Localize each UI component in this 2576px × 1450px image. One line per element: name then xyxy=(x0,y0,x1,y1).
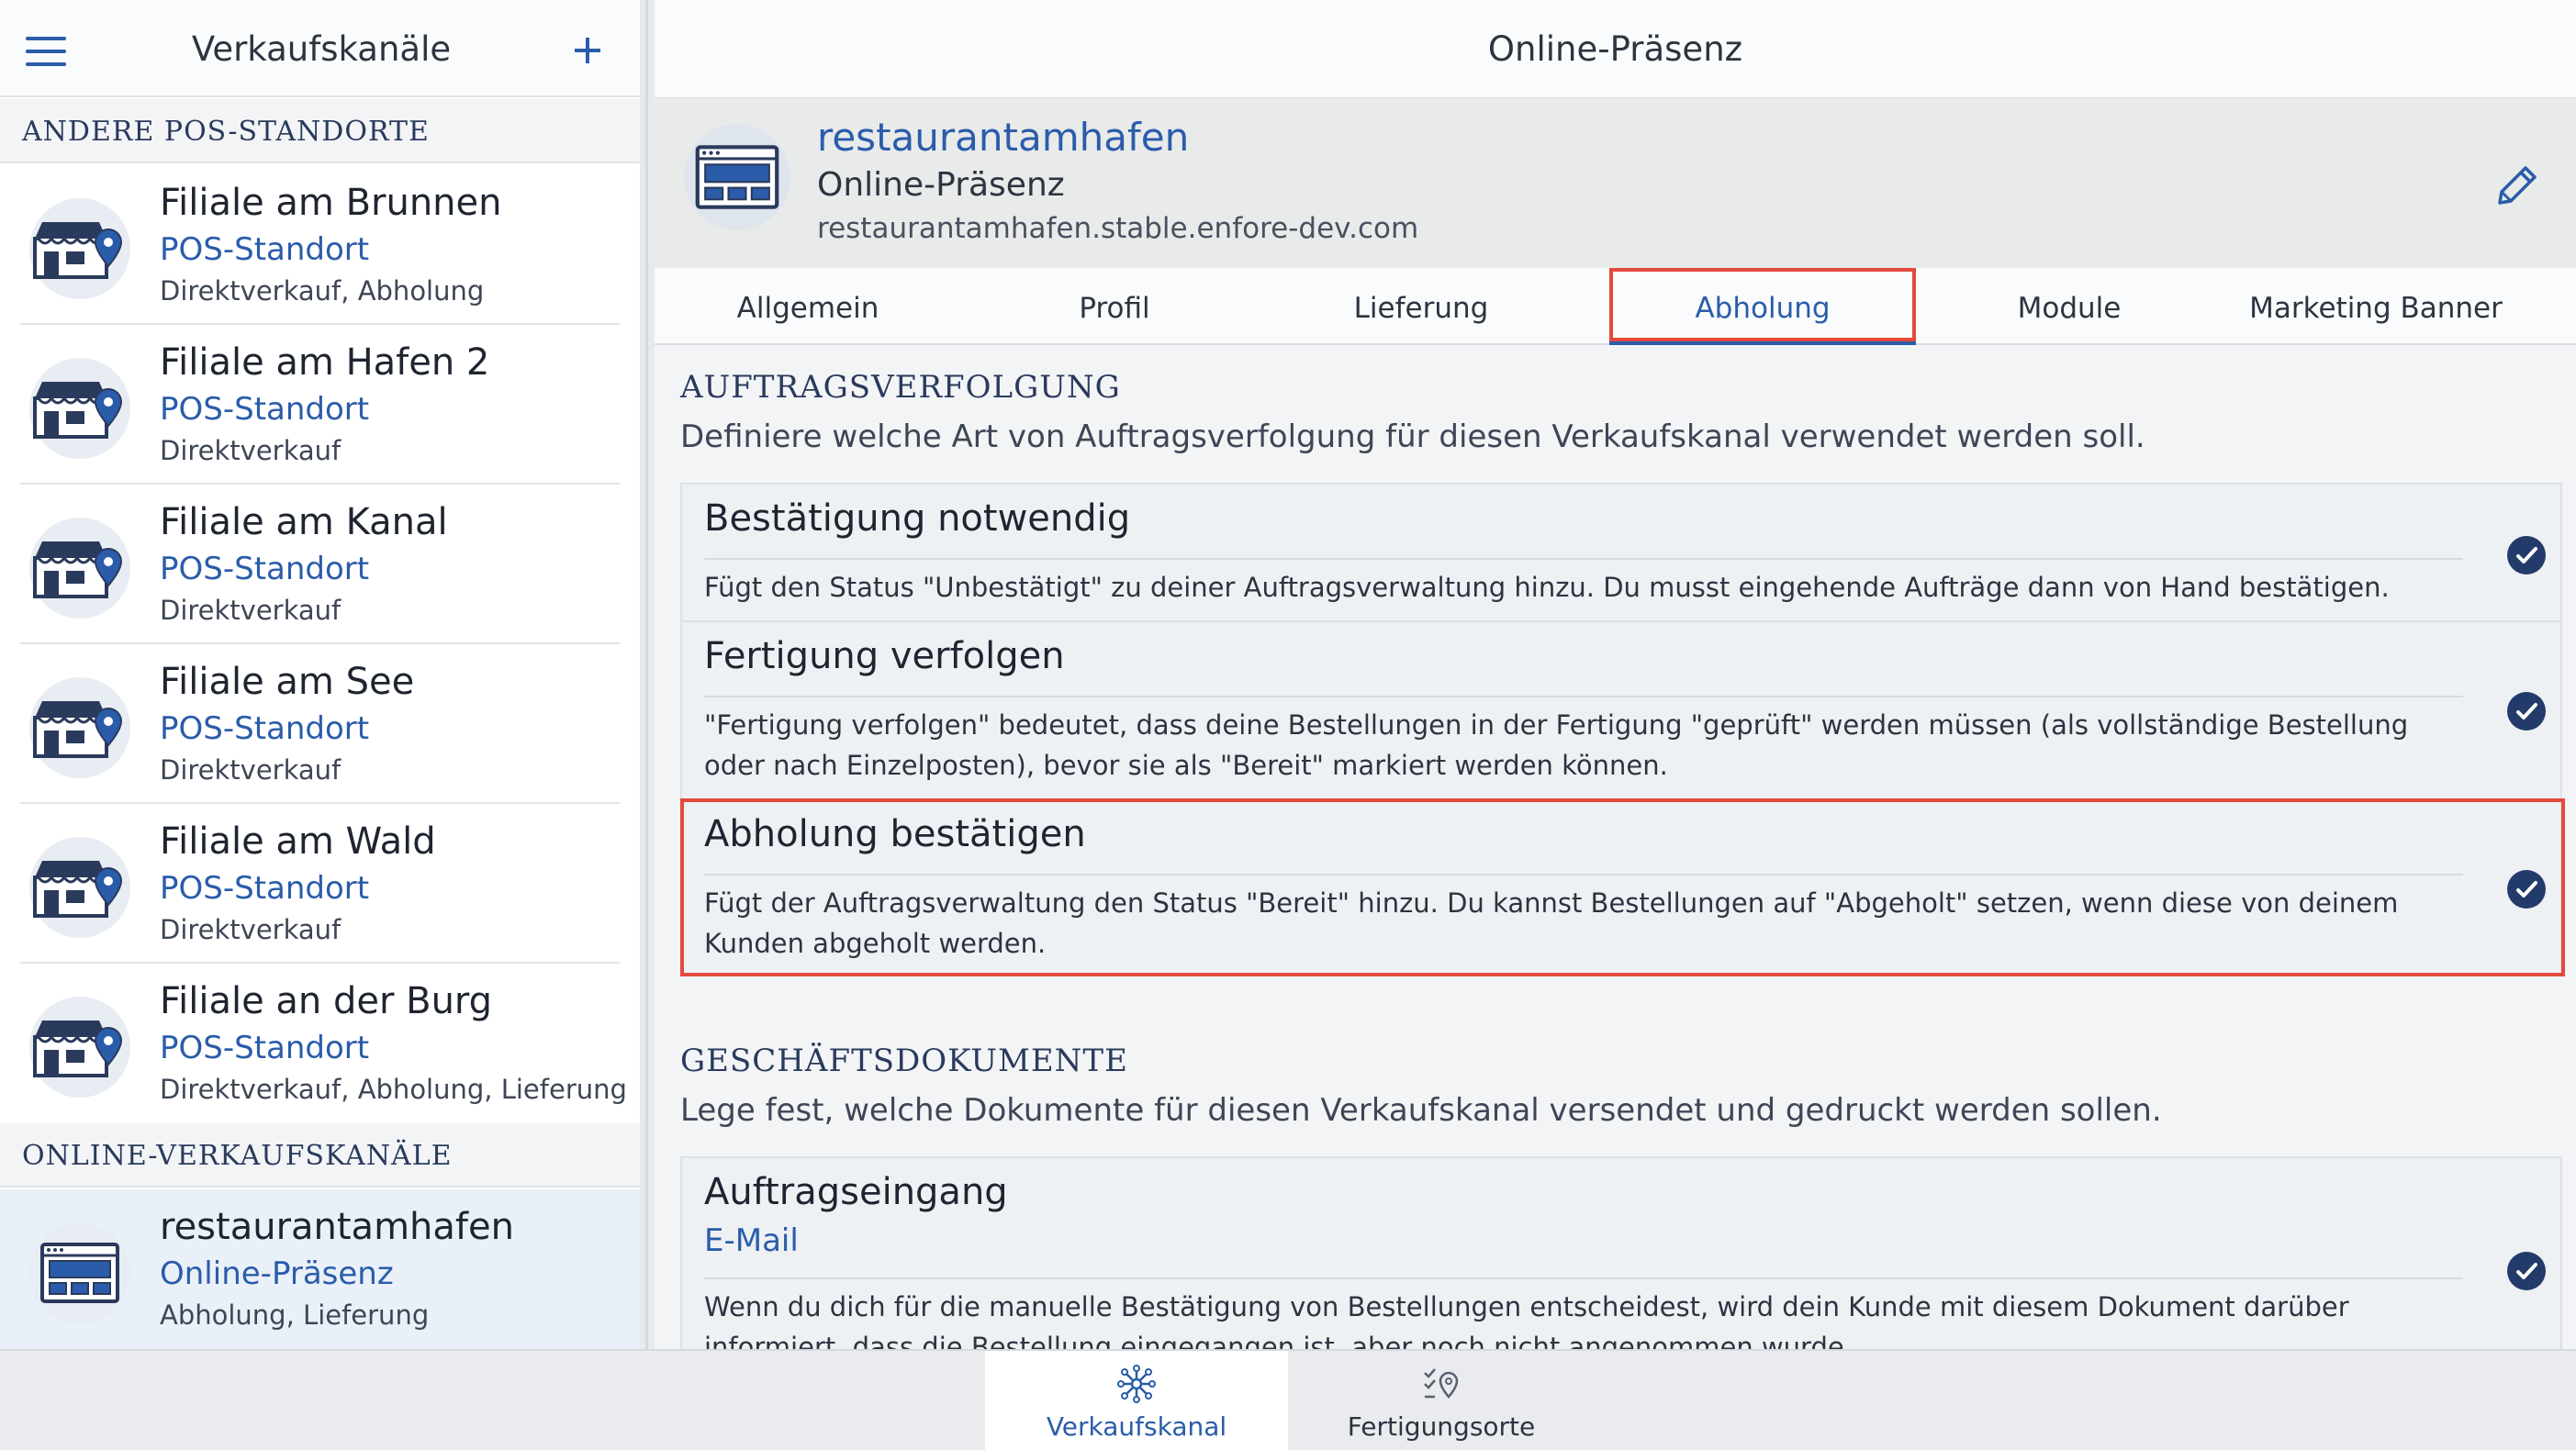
channel-type: Online-Präsenz xyxy=(817,166,1065,204)
sidebar-title: Verkaufskanäle xyxy=(191,29,452,69)
location-name: restaurantamhafen xyxy=(160,1206,514,1248)
location-type: POS-Standort xyxy=(160,870,370,907)
location-type: POS-Standort xyxy=(160,710,370,747)
sidebar-item-filiale-am-kanal[interactable]: Filiale am Kanal POS-Standort Direktverk… xyxy=(0,485,640,644)
location-name: Filiale am Brunnen xyxy=(160,182,502,224)
location-name: Filiale am Hafen 2 xyxy=(160,341,490,384)
store-location-icon xyxy=(29,518,130,619)
document-options: Auftragseingang E-Mail Wenn du dich für … xyxy=(680,1156,2562,1349)
section-header-pos: ANDERE POS-STANDORTE xyxy=(0,99,640,163)
store-location-icon xyxy=(29,837,130,938)
location-modes: Direktverkauf, Abholung xyxy=(160,275,485,307)
location-type: POS-Standort xyxy=(160,231,370,268)
option-description: Wenn du dich für die manuelle Bestätigun… xyxy=(704,1291,2349,1349)
section-title-documents: GESCHÄFTSDOKUMENTE xyxy=(680,1043,1128,1079)
tab-module[interactable]: Module xyxy=(1916,268,2223,345)
section-description-documents: Lege fest, welche Dokumente für diesen V… xyxy=(680,1092,2162,1129)
option-description: "Fertigung verfolgen" bedeutet, dass dei… xyxy=(704,709,2409,781)
location-modes: Direktverkauf xyxy=(160,595,342,626)
option-bestaetigung-notwendig[interactable]: Bestätigung notwendig Fügt den Status "U… xyxy=(682,485,2560,622)
location-modes: Direktverkauf xyxy=(160,754,342,786)
store-location-icon xyxy=(29,358,130,459)
sidebar-header: Verkaufskanäle xyxy=(0,0,640,97)
page-title: Online-Präsenz xyxy=(1487,29,1743,69)
main-header: Online-Präsenz xyxy=(655,0,2576,97)
option-channel: E-Mail xyxy=(704,1222,799,1259)
nav-tab-verkaufskanal[interactable]: Verkaufskanal xyxy=(985,1351,1288,1450)
option-description: Fügt den Status "Unbestätigt" zu deiner … xyxy=(704,572,2390,603)
channel-summary: restaurantamhafen Online-Präsenz restaur… xyxy=(655,97,2576,268)
tab-allgemein[interactable]: Allgemein xyxy=(655,268,961,345)
option-auftragseingang[interactable]: Auftragseingang E-Mail Wenn du dich für … xyxy=(682,1158,2560,1349)
store-location-icon xyxy=(29,997,130,1098)
sidebar-item-filiale-am-hafen-2[interactable]: Filiale am Hafen 2 POS-Standort Direktve… xyxy=(0,325,640,485)
location-modes: Direktverkauf xyxy=(160,914,342,945)
checkmark-icon[interactable] xyxy=(2507,692,2546,731)
location-name: Filiale am Wald xyxy=(160,820,436,863)
tab-abholung[interactable]: Abholung xyxy=(1609,268,1916,345)
nav-label: Verkaufskanal xyxy=(1046,1411,1227,1442)
location-name: Filiale am See xyxy=(160,661,415,703)
section-title-tracking: AUFTRAGSVERFOLGUNG xyxy=(680,369,1121,406)
pane-divider[interactable] xyxy=(640,0,655,1349)
section-description-tracking: Definiere welche Art von Auftragsverfolg… xyxy=(680,418,2145,455)
tab-lieferung[interactable]: Lieferung xyxy=(1268,268,1574,345)
tab-profil[interactable]: Profil xyxy=(961,268,1268,345)
location-type: POS-Standort xyxy=(160,1030,370,1066)
channel-url: restaurantamhafen.stable.enfore-dev.com xyxy=(817,212,1419,245)
channel-name: restaurantamhafen xyxy=(817,115,1190,160)
store-location-icon xyxy=(29,198,130,299)
section-header-online: ONLINE-VERKAUFSKANÄLE xyxy=(0,1123,640,1188)
web-page-icon xyxy=(684,124,790,230)
bottom-navigation: Verkaufskanal Fertigungsorte xyxy=(0,1349,2576,1450)
tab-marketing-banner[interactable]: Marketing Banner xyxy=(2223,268,2529,345)
sidebar-item-restaurantamhafen[interactable]: restaurantamhafen Online-Präsenz Abholun… xyxy=(0,1189,640,1349)
location-name: Filiale am Kanal xyxy=(160,501,448,543)
option-label: Auftragseingang xyxy=(704,1171,1008,1213)
sales-channel-sidebar: Verkaufskanäle ANDERE POS-STANDORTE Fili… xyxy=(0,0,640,1349)
pencil-edit-icon[interactable] xyxy=(2489,159,2544,214)
location-modes: Direktverkauf xyxy=(160,435,342,466)
location-type: POS-Standort xyxy=(160,391,370,428)
network-icon xyxy=(1116,1364,1157,1404)
sidebar-item-filiale-am-brunnen[interactable]: Filiale am Brunnen POS-Standort Direktve… xyxy=(0,165,640,325)
option-highlight-outline xyxy=(680,798,2565,976)
add-channel-icon[interactable] xyxy=(569,32,606,69)
web-page-icon xyxy=(29,1222,130,1323)
sidebar-item-filiale-an-der-burg[interactable]: Filiale an der Burg POS-Standort Direktv… xyxy=(0,964,640,1123)
sidebar-item-filiale-am-see[interactable]: Filiale am See POS-Standort Direktverkau… xyxy=(0,644,640,804)
location-modes: Direktverkauf, Abholung, Lieferung xyxy=(160,1074,627,1105)
nav-label: Fertigungsorte xyxy=(1347,1411,1536,1442)
option-fertigung-verfolgen[interactable]: Fertigung verfolgen "Fertigung verfolgen… xyxy=(682,622,2560,800)
main-panel: Online-Präsenz restaurantamhafen Online-… xyxy=(655,0,2576,1349)
option-label: Bestätigung notwendig xyxy=(704,497,1131,540)
nav-tab-fertigungsorte[interactable]: Fertigungsorte xyxy=(1290,1351,1593,1450)
location-modes: Abholung, Lieferung xyxy=(160,1299,430,1331)
checkmark-icon[interactable] xyxy=(2507,536,2546,574)
hamburger-menu-icon[interactable] xyxy=(26,37,66,66)
sidebar-item-filiale-am-wald[interactable]: Filiale am Wald POS-Standort Direktverka… xyxy=(0,804,640,964)
location-type: POS-Standort xyxy=(160,551,370,587)
tab-bar: Allgemein Profil Lieferung Abholung Modu… xyxy=(655,268,2576,345)
checklist-location-icon xyxy=(1421,1364,1462,1404)
option-label: Fertigung verfolgen xyxy=(704,635,1065,677)
tab-highlight-outline xyxy=(1609,268,1916,341)
location-name: Filiale an der Burg xyxy=(160,980,493,1022)
location-type: Online-Präsenz xyxy=(160,1255,394,1292)
checkmark-icon[interactable] xyxy=(2507,1252,2546,1290)
store-location-icon xyxy=(29,677,130,778)
